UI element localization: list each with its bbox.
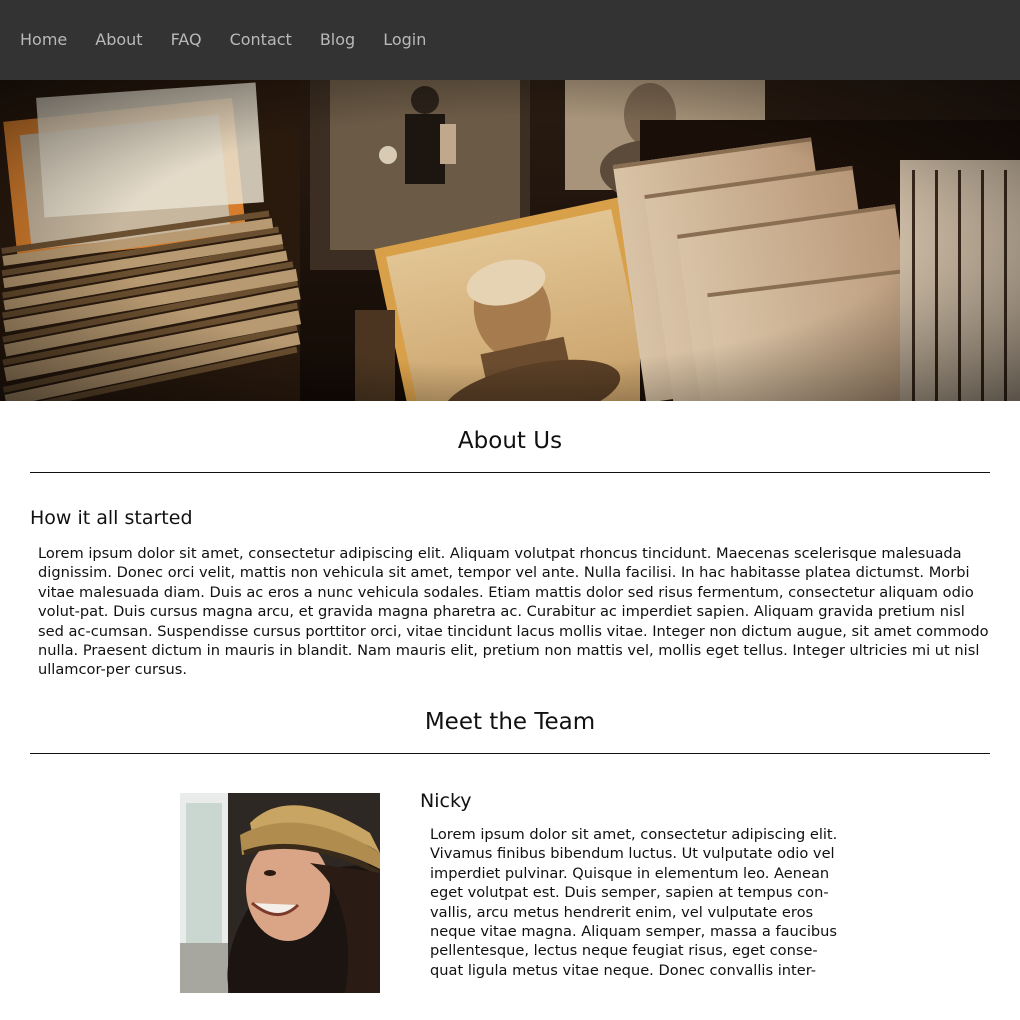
how-it-started-heading: How it all started — [30, 507, 193, 529]
about-us-heading: About Us — [457, 428, 563, 454]
vintage-photographs-illustration — [0, 80, 1020, 401]
top-navigation: Home About FAQ Contact Blog Login — [0, 0, 1020, 80]
team-divider — [0, 753, 1020, 754]
nav-home-link[interactable]: Home — [20, 32, 67, 48]
nav-blog-link[interactable]: Blog — [320, 32, 355, 48]
meet-the-team-heading: Meet the Team — [424, 709, 596, 735]
woman-in-hat-illustration — [180, 793, 380, 993]
team-member-photo — [180, 793, 380, 993]
nav-contact-link[interactable]: Contact — [230, 32, 292, 48]
hero-banner-image — [0, 80, 1020, 401]
about-divider — [0, 472, 1020, 473]
about-paragraph: Lorem ipsum dolor sit amet, consectetur … — [38, 545, 989, 679]
nav-login-link[interactable]: Login — [383, 32, 426, 48]
nav-about-link[interactable]: About — [95, 32, 142, 48]
nav-faq-link[interactable]: FAQ — [171, 32, 202, 48]
team-member-bio: Lorem ipsum dolor sit amet, consectetur … — [430, 826, 838, 979]
team-member-name: Nicky — [420, 790, 472, 812]
